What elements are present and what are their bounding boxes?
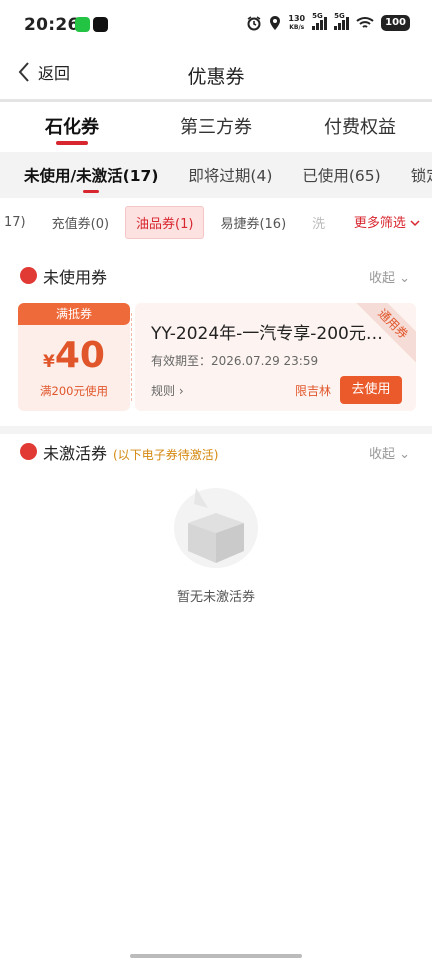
main-tabs: 石化券 第三方券 付费权益 [0, 102, 432, 152]
tab-locked[interactable]: 锁定 [411, 152, 432, 198]
empty-state: 暂无未激活券 [0, 478, 432, 605]
status-bar: 20:26 130 KB/s 5G 5G 100 [0, 0, 432, 52]
filter-chip-recharge[interactable]: 充值券(0) [42, 207, 119, 238]
filter-chip-fuel[interactable]: 油品券(1) [125, 205, 205, 239]
divider [0, 426, 432, 434]
divider [131, 313, 132, 401]
wifi-icon [356, 17, 374, 28]
page-title: 优惠券 [187, 66, 245, 88]
coupon-validity: 有效期至：2026.07.29 23:59 [151, 354, 319, 368]
tiktok-icon [93, 17, 108, 32]
home-indicator[interactable] [130, 954, 302, 958]
coupon-amount: ¥40 [43, 335, 105, 376]
more-filters-label: 更多筛选 [353, 216, 406, 231]
network-speed: 130 KB/s [288, 14, 306, 31]
filter-chip-easyjoy[interactable]: 易捷券(16) [210, 207, 296, 238]
location-icon [270, 16, 281, 30]
tab-expiring[interactable]: 即将过期(4) [188, 152, 272, 198]
empty-caption: 暂无未激活券 [176, 590, 255, 605]
status-tabs: 未使用/未激活(17) 即将过期(4) 已使用(65) 锁定 [0, 152, 432, 198]
empty-box-illustration [166, 478, 266, 570]
signal-icon: 5G [312, 12, 328, 30]
filter-chip-wash[interactable]: 洗 [302, 207, 335, 238]
coupon-detail-panel: 通用券 YY-2024年-一汽专享-200元减40元 有效期至：2026.07.… [135, 303, 416, 411]
region-limit: 限吉林 [295, 384, 332, 398]
coupon-card[interactable]: 满抵券 ¥40 满200元使用 通用券 YY-2024年-一汽专享-200元减4… [18, 303, 416, 411]
battery-indicator: 100 [381, 15, 410, 31]
collapse-button[interactable]: 收起 ⌄ [369, 267, 410, 286]
coupon-amount-panel: 满抵券 ¥40 满200元使用 [18, 303, 130, 411]
tab-petrochemical[interactable]: 石化券 [0, 102, 144, 152]
wechat-icon [75, 17, 90, 32]
coupon-icon [20, 267, 37, 284]
use-coupon-button[interactable]: 去使用 [340, 376, 402, 404]
ticket-icon [20, 443, 37, 460]
filter-chips: 17) 充值券(0) 油品券(1) 易捷券(16) 洗 更多筛选 [0, 200, 432, 244]
section-title: 未激活券 (以下电子券待激活) [43, 444, 219, 463]
filter-chip[interactable]: 17) [0, 209, 36, 236]
unused-section-header: 未使用券 收起 ⌄ [0, 262, 432, 292]
nav-bar: 返回 优惠券 [0, 52, 432, 98]
rules-link[interactable]: 规则 › [151, 382, 184, 399]
section-hint: (以下电子券待激活) [113, 448, 219, 462]
alarm-icon [247, 16, 261, 31]
coupon-type-tag: 满抵券 [18, 303, 130, 325]
coupon-condition: 满200元使用 [40, 384, 108, 398]
section-title: 未使用券 [43, 268, 108, 287]
more-filters-button[interactable]: 更多筛选 [335, 200, 432, 244]
tab-third-party[interactable]: 第三方券 [144, 102, 288, 152]
tab-paid-benefits[interactable]: 付费权益 [288, 102, 432, 152]
collapse-button[interactable]: 收起 ⌄ [369, 443, 410, 462]
signal-icon-2: 5G [334, 12, 350, 30]
tab-used[interactable]: 已使用(65) [302, 152, 380, 198]
clock: 20:26 [24, 15, 80, 35]
tab-unused[interactable]: 未使用/未激活(17) [24, 152, 158, 198]
chevron-down-icon [410, 220, 420, 227]
coupon-name: YY-2024年-一汽专享-200元减40元 [151, 324, 383, 344]
inactive-section-header: 未激活券 (以下电子券待激活) 收起 ⌄ [0, 438, 432, 468]
